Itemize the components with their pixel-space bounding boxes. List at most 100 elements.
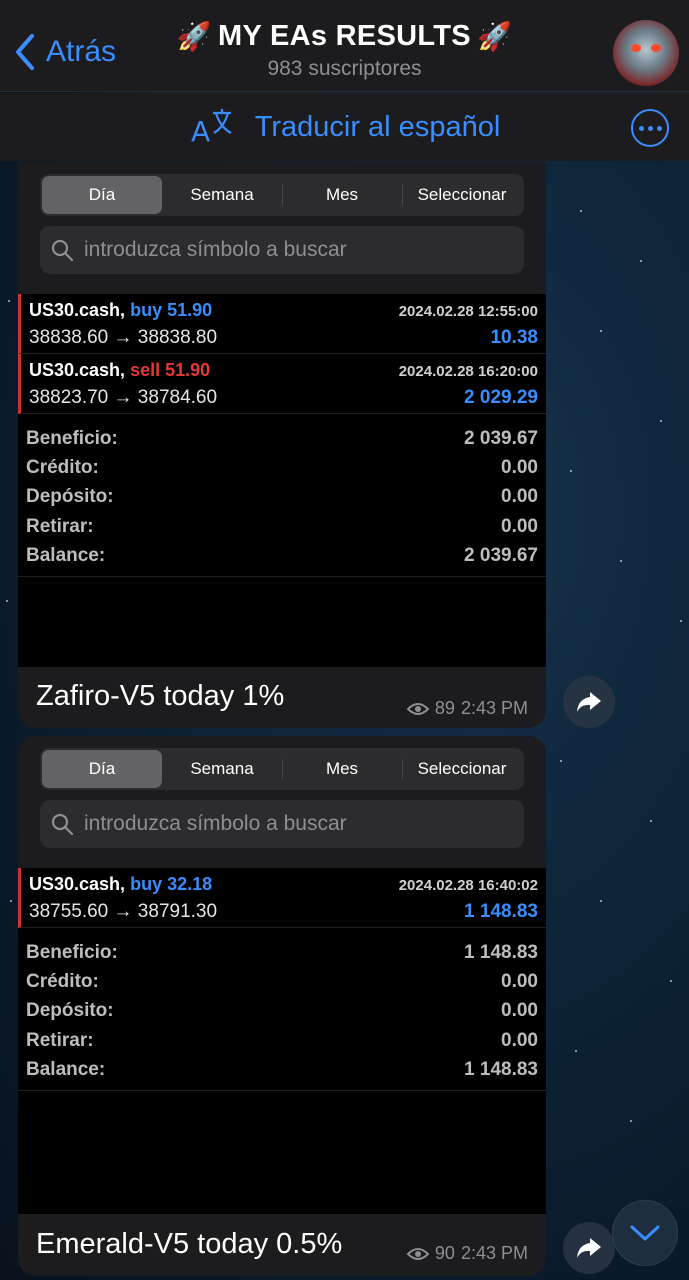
summary-label: Depósito: <box>26 486 114 508</box>
tab-day: Día <box>42 750 162 788</box>
search-icon <box>51 813 74 836</box>
translate-label: Traducir al español <box>254 110 501 143</box>
screenshot-image[interactable]: Día Semana Mes Seleccionar introduzca sí… <box>18 162 546 667</box>
trade-side: buy <box>130 300 163 320</box>
summary-row-credit: Crédito: 0.00 <box>26 453 538 482</box>
summary-row-profit: Beneficio: 1 148.83 <box>26 938 538 967</box>
trade-symbol: US30.cash, <box>29 300 126 320</box>
eye-icon <box>406 702 429 715</box>
summary-label: Beneficio: <box>26 941 118 963</box>
channel-title: MY EAs RESULTS <box>218 20 471 52</box>
tab-week: Semana <box>190 185 254 204</box>
summary-value: 2 039.67 <box>464 544 538 566</box>
message-meta: 90 2:43 PM <box>406 1243 528 1264</box>
summary-label: Depósito: <box>26 1000 114 1022</box>
symbol-search: introduzca símbolo a buscar <box>40 226 524 274</box>
trade-volume: 51.90 <box>165 360 211 380</box>
trade-row: US30.cash, buy 51.90 2024.02.28 12:55:00… <box>18 294 546 354</box>
summary-value: 0.00 <box>501 1029 538 1051</box>
share-button[interactable] <box>563 1222 615 1274</box>
message-caption: Emerald-V5 today 0.5% <box>36 1228 343 1260</box>
summary-row-deposit: Depósito: 0.00 <box>26 483 538 512</box>
summary-label: Crédito: <box>26 970 99 992</box>
period-segmented-control: Día Semana Mes Seleccionar <box>40 748 524 790</box>
summary-label: Retirar: <box>26 515 94 537</box>
trade-symbol: US30.cash, <box>29 360 126 380</box>
share-arrow-icon <box>577 692 601 712</box>
summary-label: Retirar: <box>26 1029 94 1051</box>
search-icon <box>51 239 74 262</box>
trade-side: buy <box>130 874 163 894</box>
trade-row: US30.cash, buy 32.18 2024.02.28 16:40:02… <box>18 868 546 928</box>
tab-select: Seleccionar <box>402 750 522 788</box>
summary-label: Balance: <box>26 544 106 566</box>
message-caption: Zafiro-V5 today 1% <box>36 680 285 712</box>
summary-label: Balance: <box>26 1058 106 1080</box>
trade-volume: 32.18 <box>167 874 213 894</box>
search-placeholder: introduzca símbolo a buscar <box>84 238 347 261</box>
tab-month: Mes <box>282 750 402 788</box>
summary-row-balance: Balance: 1 148.83 <box>26 1055 538 1084</box>
summary-label: Beneficio: <box>26 427 118 449</box>
translate-bar: A Traducir al español <box>0 93 689 161</box>
more-options-button[interactable] <box>631 109 669 147</box>
trade-prices: 38755.60 → 38791.30 <box>29 901 218 922</box>
summary-row-withdraw: Retirar: 0.00 <box>26 512 538 541</box>
scroll-to-bottom-button[interactable] <box>612 1200 678 1266</box>
share-button[interactable] <box>563 676 615 728</box>
message-bubble[interactable]: Día Semana Mes Seleccionar introduzca sí… <box>18 162 546 728</box>
view-count: 89 <box>434 698 455 718</box>
channel-info[interactable]: 🚀 MY EAs RESULTS 🚀 983 suscriptores <box>140 20 549 81</box>
period-segmented-control: Día Semana Mes Seleccionar <box>40 174 524 216</box>
translate-button[interactable]: A Traducir al español <box>189 107 501 147</box>
summary-value: 2 039.67 <box>464 427 538 449</box>
summary-row-deposit: Depósito: 0.00 <box>26 997 538 1026</box>
summary-value: 0.00 <box>501 486 538 508</box>
share-arrow-icon <box>577 1238 601 1258</box>
chevron-down-icon <box>630 1225 660 1241</box>
rocket-icon: 🚀 <box>476 21 513 52</box>
screenshot-image[interactable]: Día Semana Mes Seleccionar introduzca sí… <box>18 736 546 1214</box>
view-count: 90 <box>434 1243 455 1263</box>
search-placeholder: introduzca símbolo a buscar <box>84 812 347 835</box>
trade-symbol: US30.cash, <box>29 874 126 894</box>
summary-value: 1 148.83 <box>464 941 538 963</box>
summary-row-balance: Balance: 2 039.67 <box>26 541 538 570</box>
summary-row-credit: Crédito: 0.00 <box>26 967 538 996</box>
channel-avatar[interactable] <box>613 20 679 86</box>
trade-volume: 51.90 <box>167 300 213 320</box>
trade-time: 2024.02.28 12:55:00 <box>398 303 538 320</box>
tab-month: Mes <box>282 176 402 214</box>
chat-header: Atrás 🚀 MY EAs RESULTS 🚀 983 suscriptore… <box>0 0 689 92</box>
tab-select: Seleccionar <box>402 176 522 214</box>
translate-icon: A <box>191 109 232 147</box>
subscriber-count: 983 suscriptores <box>267 57 422 80</box>
rocket-icon: 🚀 <box>176 21 213 52</box>
trade-side: sell <box>130 360 161 380</box>
svg-text:A: A <box>191 115 210 147</box>
message-time: 2:43 PM <box>460 1243 528 1263</box>
summary-row-withdraw: Retirar: 0.00 <box>26 1026 538 1055</box>
account-summary: Beneficio: 1 148.83 Crédito: 0.00 Depósito… <box>18 928 546 1092</box>
tab-day: Día <box>42 176 162 214</box>
message-meta: 89 2:43 PM <box>406 698 528 719</box>
summary-value: 0.00 <box>501 515 538 537</box>
symbol-search: introduzca símbolo a buscar <box>40 800 524 848</box>
summary-value: 0.00 <box>501 970 538 992</box>
trade-profit: 2 029.29 <box>464 387 538 408</box>
trade-profit: 10.38 <box>490 327 538 348</box>
message-bubble[interactable]: Día Semana Mes Seleccionar introduzca sí… <box>18 736 546 1276</box>
trade-prices: 38838.60 → 38838.80 <box>29 327 218 348</box>
channel-title-row: 🚀 MY EAs RESULTS 🚀 <box>140 20 549 53</box>
summary-value: 1 148.83 <box>464 1058 538 1080</box>
account-summary: Beneficio: 2 039.67 Crédito: 0.00 Depósito… <box>18 414 546 578</box>
summary-value: 0.00 <box>501 1000 538 1022</box>
message-time: 2:43 PM <box>460 698 528 718</box>
tab-week: Semana <box>190 759 254 778</box>
trade-row: US30.cash, sell 51.90 2024.02.28 16:20:0… <box>18 354 546 414</box>
back-button[interactable]: Atrás <box>12 30 116 74</box>
summary-value: 0.00 <box>501 456 538 478</box>
back-label: Atrás <box>46 35 117 68</box>
chevron-left-icon <box>16 34 34 70</box>
trade-prices: 38823.70 → 38784.60 <box>29 387 218 408</box>
